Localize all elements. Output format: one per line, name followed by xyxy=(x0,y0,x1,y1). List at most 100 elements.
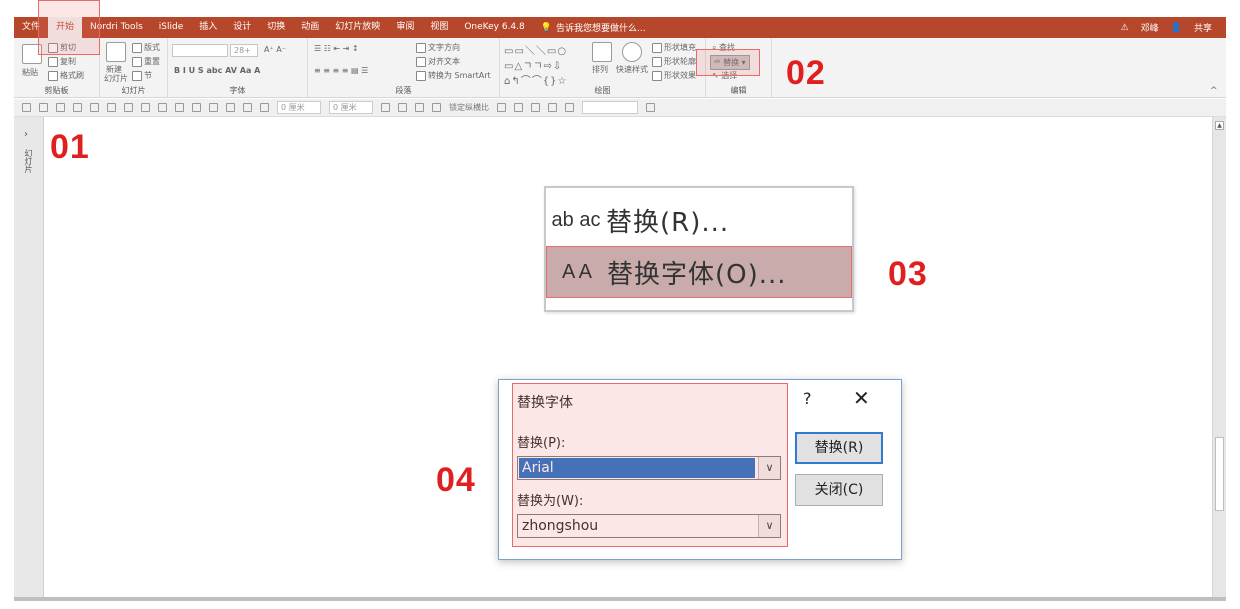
tab-transitions[interactable]: 切换 xyxy=(259,17,293,38)
tab-islide[interactable]: iSlide xyxy=(151,17,191,38)
with-font-select[interactable]: zhongshou ∨ xyxy=(517,514,781,538)
shape-icon[interactable] xyxy=(158,103,167,112)
shape-effects-button[interactable]: 形状效果 xyxy=(652,70,696,81)
distribute-icon[interactable] xyxy=(56,103,65,112)
frame-icon[interactable] xyxy=(497,103,506,112)
font-color-icon[interactable] xyxy=(124,103,133,112)
format-painter-button[interactable]: 格式刷 xyxy=(48,70,84,81)
reset-icon xyxy=(132,56,142,67)
reset-button[interactable]: 重置 xyxy=(132,56,160,67)
section-button[interactable]: 节 xyxy=(132,70,152,81)
tab-slideshow[interactable]: 幻灯片放映 xyxy=(327,17,388,38)
replace-font-select[interactable]: Arial ∨ xyxy=(517,456,781,480)
replace-dropdown-menu: ab ac 替换(R)... A A 替换字体(O)... xyxy=(544,186,854,312)
arrange-label[interactable]: 排列 xyxy=(592,64,608,75)
fill-icon xyxy=(652,42,662,53)
group-label-font: 字体 xyxy=(229,86,246,95)
close-icon[interactable]: ✕ xyxy=(853,386,870,410)
replace-confirm-button[interactable]: 替换(R) xyxy=(795,432,883,464)
edit-icon[interactable] xyxy=(415,103,424,112)
quick-toolbar: 0 厘米 0 厘米 锁定纵横比 xyxy=(14,99,1226,117)
group-label-clipboard: 剪贴板 xyxy=(44,86,69,95)
tab-onekey[interactable]: OneKey 6.4.8 xyxy=(456,17,532,38)
grid-icon[interactable] xyxy=(107,103,116,112)
group-label-paragraph: 段落 xyxy=(395,86,412,95)
share-button[interactable]: 共享 xyxy=(1194,21,1212,34)
chevron-down-icon[interactable]: ∨ xyxy=(758,457,780,479)
group-icon[interactable] xyxy=(175,103,184,112)
width-input-2[interactable]: 0 厘米 xyxy=(329,101,373,114)
lock-icon[interactable] xyxy=(22,103,31,112)
align-text-icon xyxy=(416,56,426,67)
menu-item-replace-font-label: 替换字体(O)... xyxy=(607,259,787,290)
chevron-down-icon[interactable]: ∨ xyxy=(758,515,780,537)
crosshair-icon[interactable] xyxy=(514,103,523,112)
tab-view[interactable]: 视图 xyxy=(422,17,456,38)
note-icon[interactable] xyxy=(548,103,557,112)
align-buttons[interactable]: ≡ ≡ ≡ ≡ ▤ ☰ xyxy=(314,66,368,75)
eyedropper-icon[interactable] xyxy=(565,103,574,112)
color-input[interactable] xyxy=(582,101,638,114)
font-format-buttons[interactable]: B I U S abc AV Aa A xyxy=(174,66,260,75)
font-size-input[interactable]: 28+ xyxy=(230,44,258,57)
convert-smartart-button[interactable]: 转换为 SmartArt xyxy=(416,70,491,81)
list-buttons[interactable]: ☰ ☷ ⇤ ⇥ ↕ xyxy=(314,44,359,53)
vertical-scrollbar[interactable]: ▲ xyxy=(1212,117,1226,597)
new-slide-label-2[interactable]: 幻灯片 xyxy=(104,73,128,84)
shape-outline-button[interactable]: 形状轮廓 xyxy=(652,56,696,67)
crop-icon[interactable] xyxy=(209,103,218,112)
rotate-icon[interactable] xyxy=(73,103,82,112)
scroll-thumb[interactable] xyxy=(1215,437,1224,511)
circle-icon[interactable] xyxy=(243,103,252,112)
group-label-slides: 幻灯片 xyxy=(121,86,146,95)
width-input-1[interactable]: 0 厘米 xyxy=(277,101,321,114)
fill-color-icon[interactable] xyxy=(141,103,150,112)
align-text-button[interactable]: 对齐文本 xyxy=(416,56,460,67)
help-icon[interactable]: ? xyxy=(803,389,812,408)
text-direction-button[interactable]: 文字方向 xyxy=(416,42,460,53)
expand-panel-icon[interactable]: › xyxy=(24,129,28,140)
tab-animations[interactable]: 动画 xyxy=(293,17,327,38)
arrange-icon[interactable] xyxy=(592,42,612,62)
close-dialog-button[interactable]: 关闭(C) xyxy=(795,474,883,506)
shape-fill-button[interactable]: 形状填充 xyxy=(652,42,696,53)
thumbnail-panel-label[interactable]: 幻灯片 xyxy=(23,149,34,173)
lock-ratio-checkbox[interactable] xyxy=(432,103,441,112)
folder-icon[interactable] xyxy=(398,103,407,112)
quick-styles-icon[interactable] xyxy=(622,42,642,62)
rectangle-icon[interactable] xyxy=(226,103,235,112)
font-name-input[interactable] xyxy=(172,44,228,57)
menu-item-replace[interactable]: ab ac 替换(R)... xyxy=(546,194,852,246)
menu-item-replace-font[interactable]: A A 替换字体(O)... xyxy=(546,246,852,298)
brush-icon xyxy=(48,70,58,81)
shapes-gallery[interactable]: ▭▭＼＼▭○ ▭△ㄱㄱ⇨⇩ ⌂↰⌒⌒{}☆ xyxy=(504,42,567,87)
replace-font-value: Arial xyxy=(519,458,755,478)
new-slide-icon[interactable] xyxy=(106,42,126,62)
group-drawing: ▭▭＼＼▭○ ▭△ㄱㄱ⇨⇩ ⌂↰⌒⌒{}☆ 排列 快速样式 形状填充 形状轮廓 形状… xyxy=(500,38,706,98)
effects-icon xyxy=(652,70,662,81)
pen-icon[interactable] xyxy=(90,103,99,112)
replace-field-label: 替换(P): xyxy=(517,436,566,451)
image-icon[interactable] xyxy=(381,103,390,112)
tab-design[interactable]: 设计 xyxy=(225,17,259,38)
quick-styles-label[interactable]: 快速样式 xyxy=(616,64,648,75)
paste-label[interactable]: 粘贴 xyxy=(22,67,38,78)
layer-icon[interactable] xyxy=(192,103,201,112)
person-icon: 👤 xyxy=(1170,22,1182,33)
tab-review[interactable]: 审阅 xyxy=(388,17,422,38)
collapse-ribbon-icon[interactable]: ^ xyxy=(1210,86,1218,96)
copy-button[interactable]: 复制 xyxy=(48,56,76,67)
with-field-label: 替换为(W): xyxy=(517,494,584,509)
align-center-icon[interactable] xyxy=(531,103,540,112)
tab-insert[interactable]: 插入 xyxy=(191,17,225,38)
palette-icon[interactable] xyxy=(646,103,655,112)
replace-font-dialog: 替换字体 ? ✕ 替换(P): Arial ∨ 替换为(W): zhongsho… xyxy=(498,379,902,560)
align-icon[interactable] xyxy=(39,103,48,112)
layout-button[interactable]: 版式 xyxy=(132,42,160,53)
grow-font-icon[interactable]: A⁺ A⁻ xyxy=(264,45,286,54)
tell-me-box[interactable]: 💡 告诉我您想要做什么... xyxy=(541,21,646,35)
color-picker-icon[interactable] xyxy=(260,103,269,112)
user-name[interactable]: 邓峰 xyxy=(1141,21,1159,34)
tell-me-text: 告诉我您想要做什么... xyxy=(555,24,646,34)
scroll-up-icon[interactable]: ▲ xyxy=(1215,121,1224,130)
